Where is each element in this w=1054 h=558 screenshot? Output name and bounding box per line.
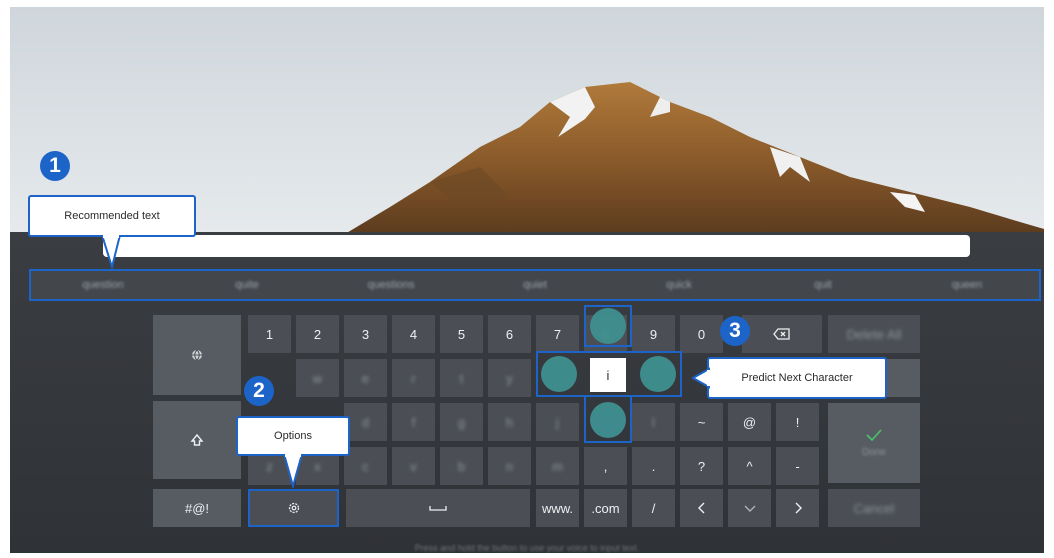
space-key[interactable] — [346, 489, 530, 527]
chevron-left-icon — [697, 502, 704, 514]
key-t[interactable]: t — [440, 359, 483, 397]
cancel-key[interactable]: Cancel — [828, 489, 920, 527]
right-arrow-key[interactable] — [776, 489, 819, 527]
key-y[interactable]: y — [488, 359, 531, 397]
key-caret[interactable]: ^ — [728, 447, 771, 485]
voice-hint-text: Press and hold the button to use your vo… — [414, 543, 640, 553]
badge-2: 2 — [244, 376, 274, 406]
dotcom-key[interactable]: .com — [584, 489, 627, 527]
suggestion-item[interactable]: queen — [895, 279, 1039, 291]
left-arrow-key[interactable] — [680, 489, 723, 527]
www-key[interactable]: www. — [536, 489, 579, 527]
backspace-icon — [773, 328, 790, 340]
key-n[interactable]: n — [488, 447, 531, 485]
suggestion-item[interactable]: quick — [607, 279, 751, 291]
key-at[interactable]: @ — [728, 403, 771, 441]
badge-1: 1 — [40, 151, 70, 181]
symbols-key[interactable]: #@! — [153, 489, 241, 527]
backspace-key[interactable] — [742, 315, 822, 353]
key-9[interactable]: 9 — [632, 315, 675, 353]
suggestion-item[interactable]: question — [31, 279, 175, 291]
key-dash[interactable]: - — [776, 447, 819, 485]
suggestion-item[interactable]: quiet — [463, 279, 607, 291]
suggestion-item[interactable]: questions — [319, 279, 463, 291]
suggestion-item[interactable]: quite — [175, 279, 319, 291]
slash-key[interactable]: / — [632, 489, 675, 527]
badge-3: 3 — [720, 316, 750, 346]
key-3[interactable]: 3 — [344, 315, 387, 353]
globe-icon — [192, 349, 202, 361]
key-d[interactable]: d — [344, 403, 387, 441]
key-l[interactable]: l — [632, 403, 675, 441]
options-focus-frame — [248, 489, 339, 527]
space-icon — [429, 506, 447, 511]
key-m[interactable]: m — [536, 447, 579, 485]
suggestion-item[interactable]: quit — [751, 279, 895, 291]
predict-next-pointer — [692, 367, 710, 389]
predicted-char-left[interactable] — [541, 356, 577, 392]
chevron-down-icon — [744, 505, 755, 512]
recommended-text-pointer — [100, 235, 122, 269]
key-r[interactable]: r — [392, 359, 435, 397]
predicted-char-center[interactable]: i — [590, 358, 626, 392]
key-5[interactable]: 5 — [440, 315, 483, 353]
key-period[interactable]: . — [632, 447, 675, 485]
key-7[interactable]: 7 — [536, 315, 579, 353]
key-4[interactable]: 4 — [392, 315, 435, 353]
key-h[interactable]: h — [488, 403, 531, 441]
key-e[interactable]: e — [344, 359, 387, 397]
chevron-right-icon — [795, 502, 802, 514]
tv-screen: question quite questions quiet quick qui… — [10, 7, 1044, 553]
language-key[interactable] — [153, 315, 241, 395]
options-pointer — [282, 454, 304, 488]
key-6[interactable]: 6 — [488, 315, 531, 353]
key-f[interactable]: f — [392, 403, 435, 441]
key-j[interactable]: j — [536, 403, 579, 441]
key-b[interactable]: b — [440, 447, 483, 485]
predicted-char-right[interactable] — [640, 356, 676, 392]
delete-all-key[interactable]: Delete All — [828, 315, 920, 353]
key-tilde[interactable]: ~ — [680, 403, 723, 441]
recommended-text-callout: Recommended text — [28, 195, 196, 237]
done-key[interactable]: Done — [828, 403, 920, 483]
text-input-field[interactable] — [103, 235, 970, 257]
predicted-char-down[interactable] — [590, 402, 626, 438]
options-callout: Options — [236, 416, 350, 456]
key-1[interactable]: 1 — [248, 315, 291, 353]
key-w[interactable]: w — [296, 359, 339, 397]
key-exclaim[interactable]: ! — [776, 403, 819, 441]
down-arrow-key[interactable] — [728, 489, 771, 527]
key-2[interactable]: 2 — [296, 315, 339, 353]
check-icon — [866, 428, 882, 441]
key-v[interactable]: v — [392, 447, 435, 485]
predicted-char-up[interactable] — [590, 308, 626, 344]
recommended-text-row: question quite questions quiet quick qui… — [29, 269, 1041, 301]
key-g[interactable]: g — [440, 403, 483, 441]
shift-key[interactable] — [153, 401, 241, 479]
key-0[interactable]: 0 — [680, 315, 723, 353]
shift-icon — [190, 433, 204, 446]
key-question[interactable]: ? — [680, 447, 723, 485]
key-c[interactable]: c — [344, 447, 387, 485]
key-comma[interactable]: , — [584, 447, 627, 485]
predict-next-callout: Predict Next Character — [707, 357, 887, 399]
